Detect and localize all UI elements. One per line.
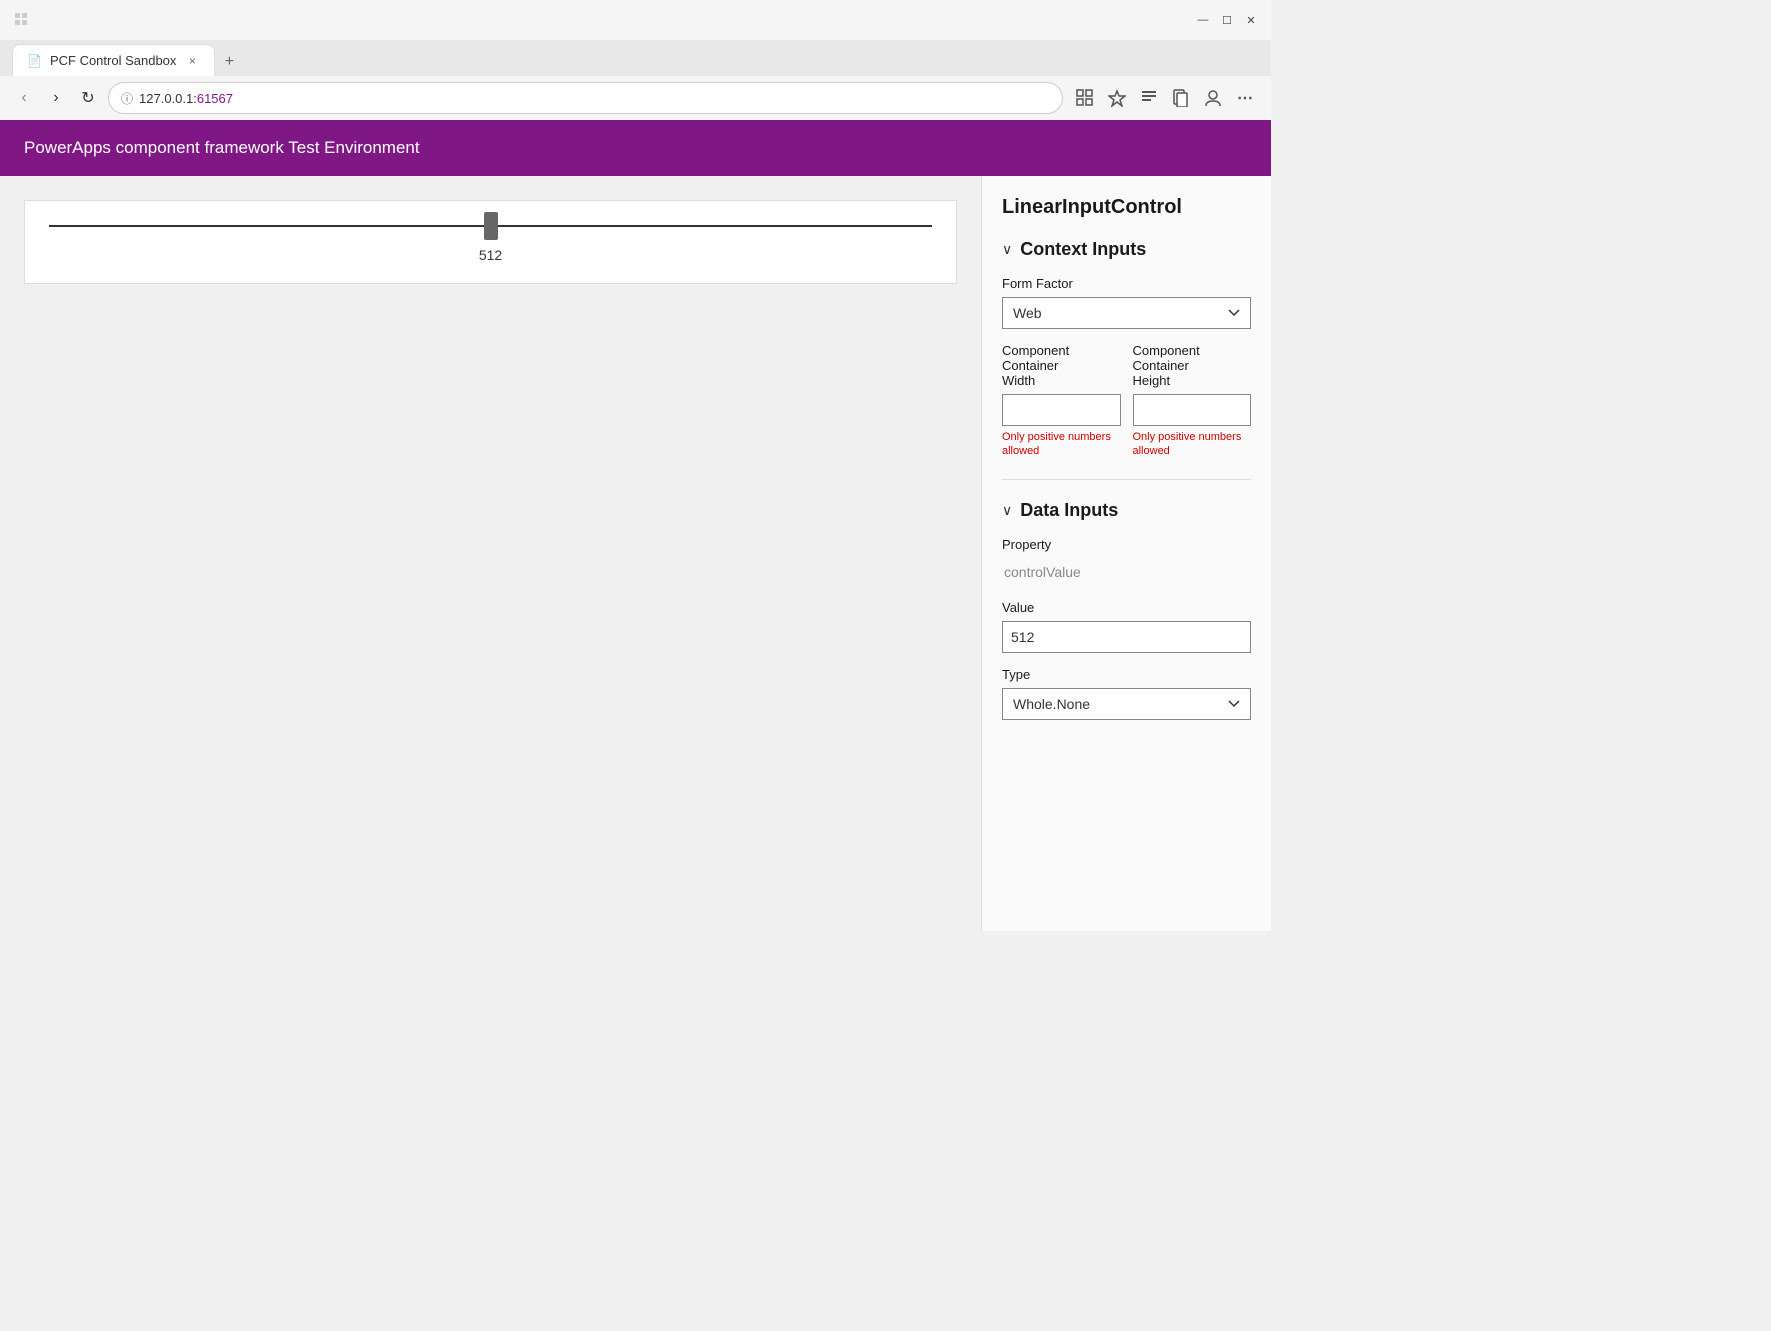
back-button[interactable]: ‹ (12, 86, 36, 110)
property-field-group: Property controlValue (1002, 537, 1251, 586)
maximize-button[interactable]: ☐ (1219, 12, 1235, 28)
data-inputs-title: Data Inputs (1020, 500, 1118, 521)
form-factor-group: Form Factor Web Mobile Tablet (1002, 276, 1251, 329)
value-input[interactable] (1002, 621, 1251, 653)
data-inputs-header[interactable]: ∨ Data Inputs (1002, 500, 1251, 521)
value-label: Value (1002, 600, 1251, 615)
menu-button[interactable]: ⋯ (1231, 84, 1259, 112)
data-chevron-icon: ∨ (1002, 502, 1012, 519)
reading-list-button[interactable] (1135, 84, 1163, 112)
right-panel: LinearInputControl ∨ Context Inputs Form… (981, 176, 1271, 931)
new-tab-button[interactable]: + (215, 48, 243, 76)
reload-button[interactable]: ↻ (76, 86, 100, 110)
slider-track (49, 225, 932, 227)
minimize-button[interactable]: — (1195, 12, 1211, 28)
control-area: 512 (0, 176, 981, 931)
tab-bar: 📄 PCF Control Sandbox × + (0, 40, 1271, 76)
type-select[interactable]: Whole.None Whole.Duration Whole.Language (1002, 688, 1251, 720)
title-bar: — ☐ ✕ (0, 0, 1271, 40)
form-factor-select[interactable]: Web Mobile Tablet (1002, 297, 1251, 329)
width-field-group: ComponentContainerWidth Only positive nu… (1002, 343, 1121, 459)
profile-button[interactable] (1199, 84, 1227, 112)
context-chevron-icon: ∨ (1002, 241, 1012, 258)
height-label: ComponentContainerHeight (1133, 343, 1252, 388)
slider-container: 512 (24, 200, 957, 284)
property-value: controlValue (1002, 558, 1251, 586)
context-inputs-header[interactable]: ∨ Context Inputs (1002, 239, 1251, 260)
height-field-group: ComponentContainerHeight Only positive n… (1133, 343, 1252, 459)
section-divider (1002, 479, 1251, 480)
width-error: Only positive numbers allowed (1002, 430, 1121, 459)
url-text: 127.0.0.1:61567 (139, 91, 233, 106)
active-tab[interactable]: 📄 PCF Control Sandbox × (12, 44, 215, 76)
height-error: Only positive numbers allowed (1133, 430, 1252, 459)
collections-button[interactable] (1167, 84, 1195, 112)
browser-chrome: — ☐ ✕ 📄 PCF Control Sandbox × + ‹ › ↻ ⓘ … (0, 0, 1271, 120)
tab-label: PCF Control Sandbox (50, 53, 176, 68)
url-bar[interactable]: ⓘ 127.0.0.1:61567 (108, 82, 1063, 114)
security-icon: ⓘ (121, 90, 133, 107)
height-input[interactable] (1133, 394, 1252, 426)
context-inputs-title: Context Inputs (1020, 239, 1146, 260)
width-input[interactable] (1002, 394, 1121, 426)
tab-close-button[interactable]: × (184, 53, 200, 69)
close-window-button[interactable]: ✕ (1243, 12, 1259, 28)
slider-thumb[interactable] (484, 212, 498, 240)
tab-favicon-icon: 📄 (27, 54, 42, 68)
favorites-button[interactable] (1103, 84, 1131, 112)
container-dimensions: ComponentContainerWidth Only positive nu… (1002, 343, 1251, 459)
form-factor-label: Form Factor (1002, 276, 1251, 291)
top-banner: PowerApps component framework Test Envir… (0, 120, 1271, 176)
banner-text: PowerApps component framework Test Envir… (24, 138, 420, 158)
panel-title: LinearInputControl (1002, 196, 1251, 219)
property-label: Property (1002, 537, 1251, 552)
tab-grid-button[interactable] (1071, 84, 1099, 112)
main-layout: 512 LinearInputControl ∨ Context Inputs … (0, 176, 1271, 931)
width-label: ComponentContainerWidth (1002, 343, 1121, 388)
value-field-group: Value (1002, 600, 1251, 653)
type-field-group: Type Whole.None Whole.Duration Whole.Lan… (1002, 667, 1251, 720)
type-label: Type (1002, 667, 1251, 682)
slider-value: 512 (49, 247, 932, 263)
address-bar: ‹ › ↻ ⓘ 127.0.0.1:61567 ⋯ (0, 76, 1271, 120)
slider-track-wrapper (49, 217, 932, 235)
window-control-grid[interactable] (12, 10, 32, 30)
forward-button[interactable]: › (44, 86, 68, 110)
browser-actions: ⋯ (1071, 84, 1259, 112)
